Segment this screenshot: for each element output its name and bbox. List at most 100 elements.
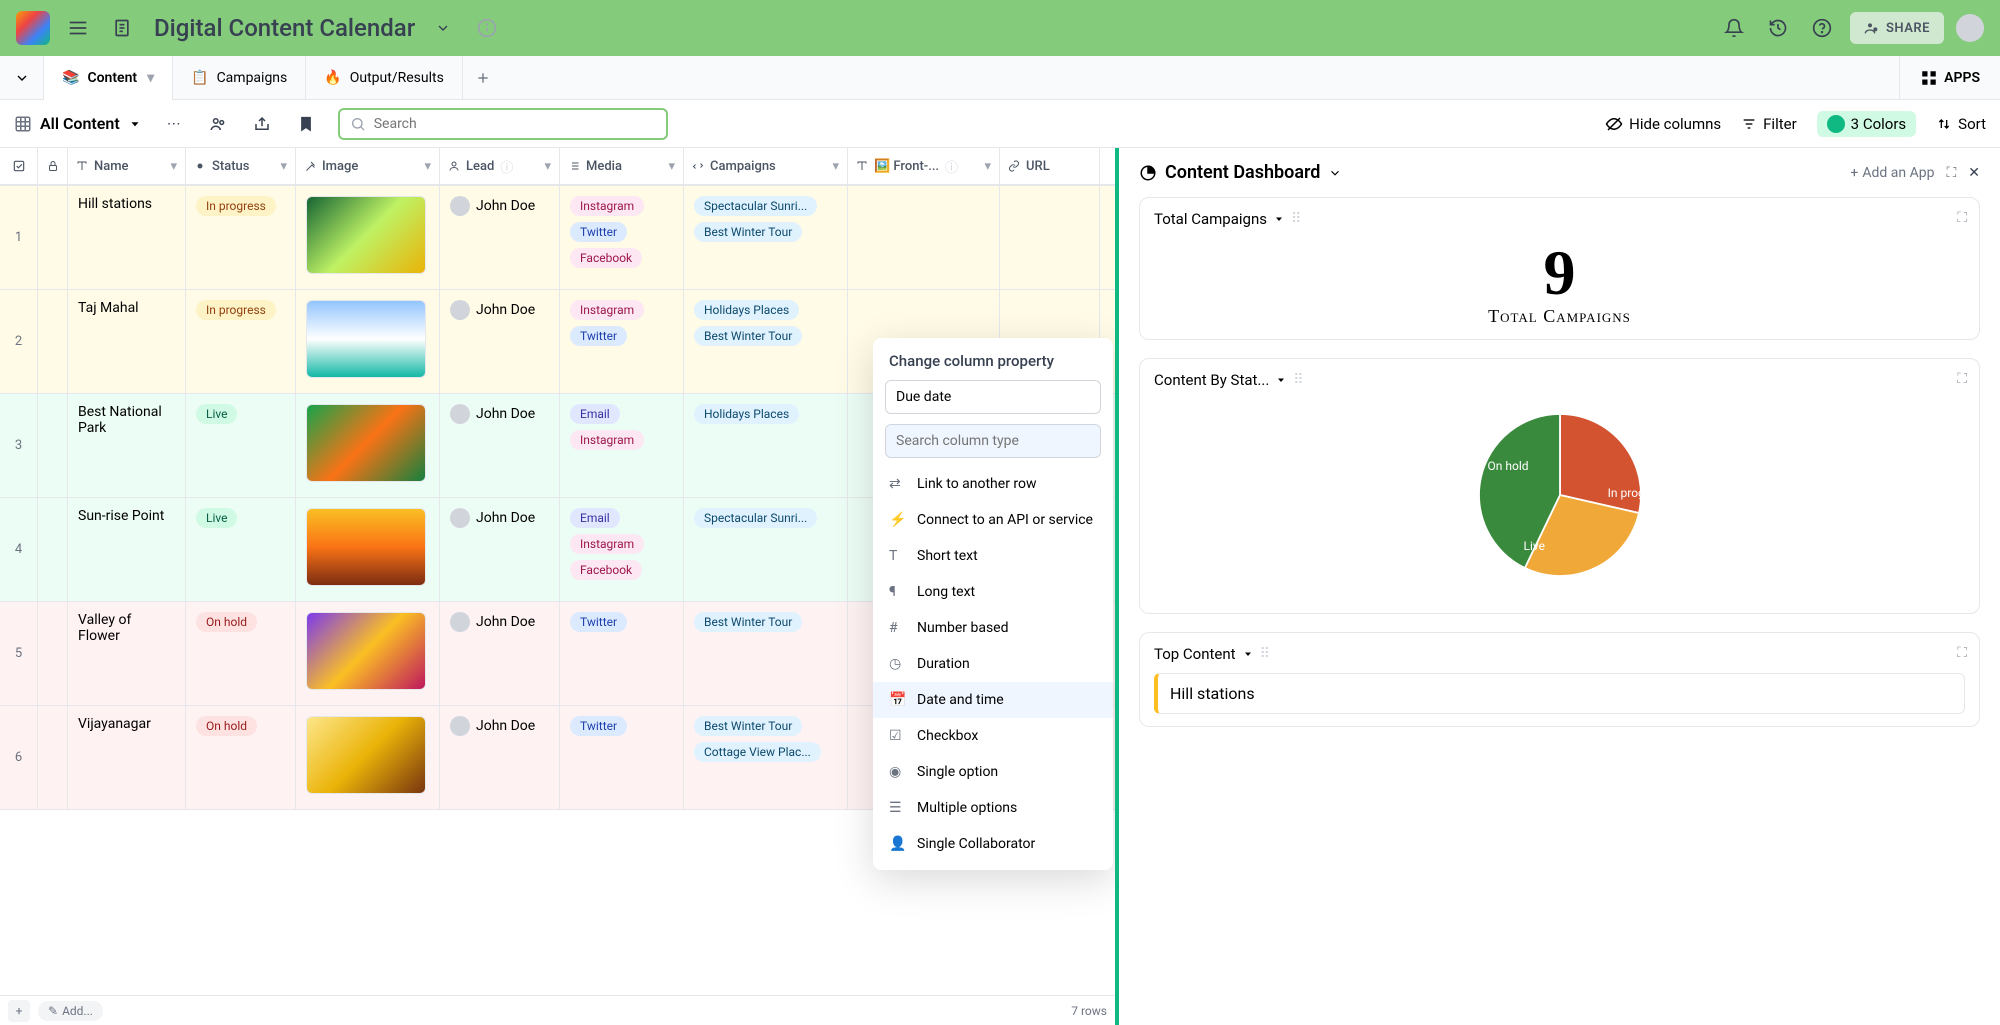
col-lead[interactable]: Leadⓘ▾: [440, 148, 560, 184]
column-type-option[interactable]: ☰Multiple options: [873, 790, 1113, 826]
sort-button[interactable]: Sort: [1936, 115, 1986, 133]
cell-lead[interactable]: John Doe: [440, 186, 560, 289]
cell-status[interactable]: Live: [186, 394, 296, 497]
cell-url[interactable]: [1000, 186, 1100, 289]
doc-title[interactable]: Digital Content Calendar: [154, 14, 415, 42]
column-type-option[interactable]: 📅Date and time: [873, 682, 1113, 718]
doc-icon[interactable]: [106, 12, 138, 44]
lock-column[interactable]: [38, 148, 68, 184]
col-image[interactable]: Image▾: [296, 148, 440, 184]
expand-card-icon[interactable]: ⛶: [1957, 371, 1967, 387]
table-row[interactable]: 1 Hill stations In progress John Doe Ins…: [0, 186, 1115, 290]
grip-icon[interactable]: ⠿: [1291, 211, 1301, 227]
view-selector[interactable]: All Content: [14, 114, 142, 133]
column-name-input[interactable]: [885, 380, 1101, 414]
tab-campaigns[interactable]: 📋Campaigns: [173, 56, 306, 100]
expand-card-icon[interactable]: ⛶: [1957, 210, 1967, 226]
bookmark-icon[interactable]: [290, 108, 322, 140]
cell-media[interactable]: Twitter: [560, 602, 684, 705]
share-view-icon[interactable]: [246, 108, 278, 140]
hide-columns-button[interactable]: Hide columns: [1605, 115, 1721, 133]
column-type-search[interactable]: [885, 424, 1101, 458]
cell-campaigns[interactable]: Spectacular Sunri...Best Winter Tour: [684, 186, 848, 289]
filter-button[interactable]: Filter: [1741, 115, 1797, 133]
cell-image[interactable]: [296, 706, 440, 809]
colors-button[interactable]: 3 Colors: [1817, 111, 1917, 137]
column-type-option[interactable]: ◉Single option: [873, 754, 1113, 790]
col-front[interactable]: 🖼️ Front-...ⓘ▾: [848, 148, 1000, 184]
app-logo[interactable]: [16, 11, 50, 45]
cell-campaigns[interactable]: Best Winter Tour: [684, 602, 848, 705]
cell-name[interactable]: Taj Mahal: [68, 290, 186, 393]
info-icon[interactable]: [471, 12, 503, 44]
col-url[interactable]: URL: [1000, 148, 1100, 184]
add-app-button[interactable]: + Add an App: [1850, 165, 1934, 181]
column-type-option[interactable]: ⇄Link to another row: [873, 466, 1113, 502]
cell-image[interactable]: [296, 394, 440, 497]
bell-icon[interactable]: [1718, 12, 1750, 44]
people-icon[interactable]: [202, 108, 234, 140]
cell-status[interactable]: In progress: [186, 186, 296, 289]
add-tab-button[interactable]: [463, 70, 503, 86]
column-type-option[interactable]: ¶Long text: [873, 574, 1113, 610]
expand-card-icon[interactable]: ⛶: [1957, 645, 1967, 661]
col-status[interactable]: Status▾: [186, 148, 296, 184]
hamburger-icon[interactable]: [62, 12, 94, 44]
cell-name[interactable]: Sun-rise Point: [68, 498, 186, 601]
cell-media[interactable]: InstagramTwitterFacebook: [560, 186, 684, 289]
top-content-item[interactable]: Hill stations: [1154, 673, 1965, 714]
cell-campaigns[interactable]: Holidays Places: [684, 394, 848, 497]
tab-content[interactable]: 📚Content▾: [44, 56, 173, 100]
col-media[interactable]: Media▾: [560, 148, 684, 184]
cell-name[interactable]: Best National Park: [68, 394, 186, 497]
cell-image[interactable]: [296, 290, 440, 393]
cell-front[interactable]: [848, 186, 1000, 289]
cell-media[interactable]: EmailInstagramFacebook: [560, 498, 684, 601]
search-input-wrapper[interactable]: [338, 108, 668, 140]
select-all[interactable]: [0, 148, 38, 184]
cell-status[interactable]: Live: [186, 498, 296, 601]
column-type-option[interactable]: 👤Single Collaborator: [873, 826, 1113, 862]
tab-output/results[interactable]: 🔥Output/Results: [306, 56, 463, 100]
card-title[interactable]: Top Content: [1154, 645, 1236, 663]
panel-title[interactable]: Content Dashboard: [1165, 162, 1320, 183]
more-icon[interactable]: ⋯: [158, 108, 190, 140]
card-title[interactable]: Total Campaigns: [1154, 210, 1267, 228]
share-button[interactable]: SHARE: [1850, 12, 1944, 44]
column-type-option[interactable]: ☑Checkbox: [873, 718, 1113, 754]
cell-lead[interactable]: John Doe: [440, 602, 560, 705]
cell-name[interactable]: Valley of Flower: [68, 602, 186, 705]
column-type-option[interactable]: #Number based: [873, 610, 1113, 646]
close-panel-icon[interactable]: ✕: [1968, 165, 1980, 181]
cell-lead[interactable]: John Doe: [440, 290, 560, 393]
cell-campaigns[interactable]: Holidays PlacesBest Winter Tour: [684, 290, 848, 393]
cell-status[interactable]: On hold: [186, 706, 296, 809]
cell-lead[interactable]: John Doe: [440, 394, 560, 497]
column-type-option[interactable]: ◷Duration: [873, 646, 1113, 682]
cell-status[interactable]: In progress: [186, 290, 296, 393]
col-campaigns[interactable]: Campaigns▾: [684, 148, 848, 184]
cell-image[interactable]: [296, 602, 440, 705]
add-menu-button[interactable]: ✎ Add...: [38, 1001, 103, 1021]
user-avatar[interactable]: [1956, 14, 1984, 42]
cell-name[interactable]: Vijayanagar: [68, 706, 186, 809]
chevron-down-icon[interactable]: [427, 12, 459, 44]
cell-status[interactable]: On hold: [186, 602, 296, 705]
apps-button[interactable]: APPS: [1899, 56, 2000, 100]
collapse-sidebar-button[interactable]: [0, 56, 44, 100]
chevron-down-icon[interactable]: [1328, 166, 1342, 180]
card-title[interactable]: Content By Stat...: [1154, 371, 1269, 389]
cell-media[interactable]: Twitter: [560, 706, 684, 809]
add-row-button[interactable]: +: [8, 1000, 30, 1022]
cell-image[interactable]: [296, 186, 440, 289]
cell-media[interactable]: InstagramTwitter: [560, 290, 684, 393]
expand-panel-icon[interactable]: ⛶: [1946, 165, 1956, 181]
help-icon[interactable]: [1806, 12, 1838, 44]
cell-media[interactable]: EmailInstagram: [560, 394, 684, 497]
cell-campaigns[interactable]: Best Winter TourCottage View Plac...: [684, 706, 848, 809]
column-type-option[interactable]: TShort text: [873, 538, 1113, 574]
col-name[interactable]: Name▾: [68, 148, 186, 184]
search-input[interactable]: [374, 116, 656, 132]
cell-lead[interactable]: John Doe: [440, 706, 560, 809]
cell-campaigns[interactable]: Spectacular Sunri...: [684, 498, 848, 601]
